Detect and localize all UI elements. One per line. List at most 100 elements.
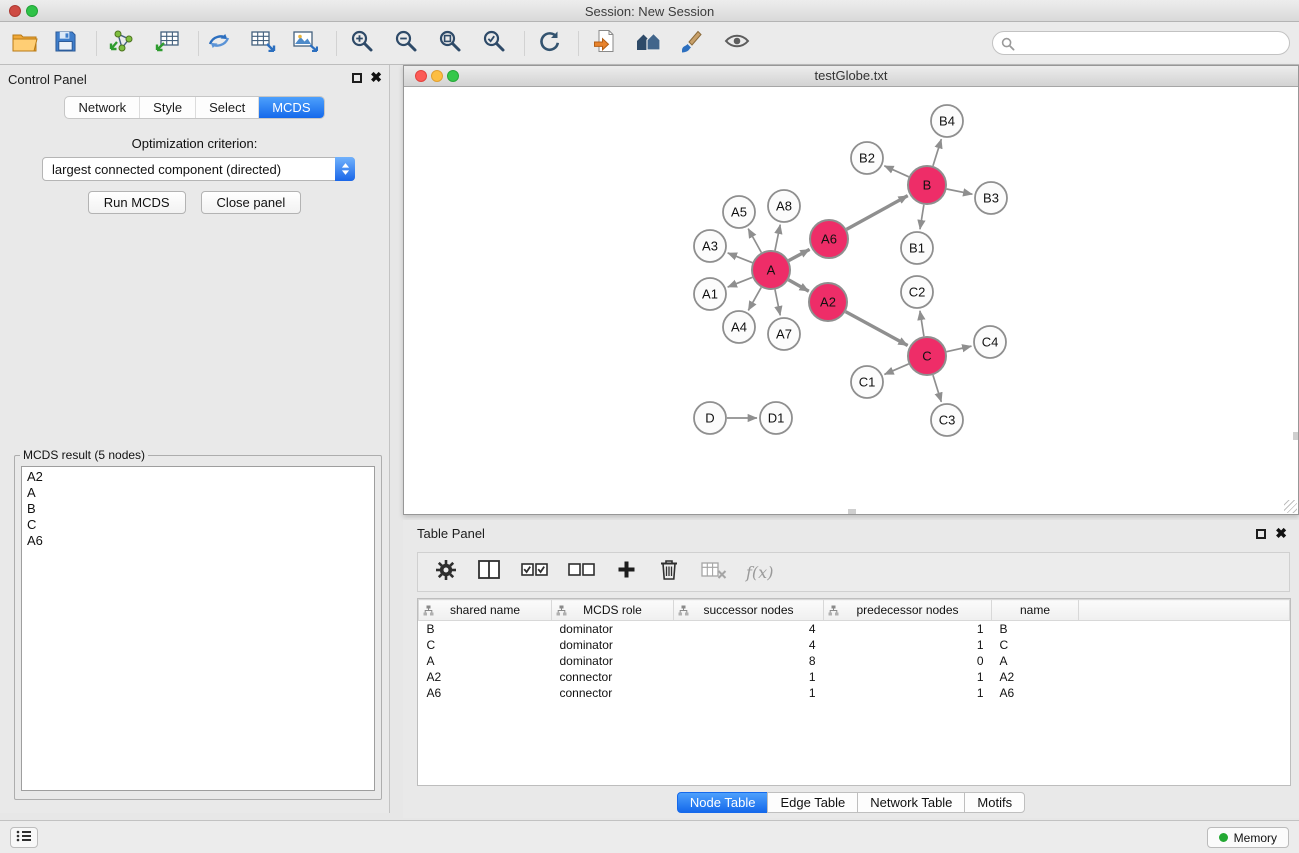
edge-A-A2[interactable] [788,280,808,291]
zoom-fit-button[interactable] [431,26,469,61]
node-D[interactable]: D [694,402,726,434]
node-A6[interactable]: A6 [810,220,848,258]
edge-B-B3[interactable] [947,189,973,194]
tab-node-table[interactable]: Node Table [677,792,769,813]
float-panel-button[interactable] [352,73,362,83]
network-canvas[interactable]: B4B2BB3A5A8A6B1A3AC2A1A2A4A7CC4C1C3DD1 [404,87,1298,514]
table-row[interactable]: Cdominator41C [419,637,1290,653]
tab-network-table[interactable]: Network Table [857,792,965,813]
close-panel-button[interactable]: ✖ [370,70,382,84]
result-item[interactable]: A2 [22,469,374,485]
column-header-name[interactable]: name [992,600,1079,621]
node-C[interactable]: C [908,337,946,375]
save-session-button[interactable] [46,26,84,61]
result-item[interactable]: A6 [22,533,374,549]
edge-A-A7[interactable] [775,290,780,316]
node-A2[interactable]: A2 [809,283,847,321]
memory-button[interactable]: Memory [1207,827,1289,848]
vertical-scroll-stub[interactable] [1293,432,1298,440]
tab-style[interactable]: Style [140,97,196,118]
table-settings-button[interactable] [433,558,459,586]
column-header-successor-nodes[interactable]: successor nodes [674,600,824,621]
column-header-mcds-role[interactable]: MCDS role [552,600,674,621]
table-panel-close-button[interactable]: ✖ [1275,526,1287,540]
select-all-columns-button[interactable] [519,558,549,586]
export-table-button[interactable] [244,26,282,61]
node-A8[interactable]: A8 [768,190,800,222]
edge-A-A5[interactable] [748,229,761,253]
apply-style-button[interactable] [672,26,710,61]
network-overview-button[interactable] [629,26,667,61]
edge-B-B2[interactable] [884,166,908,177]
import-table-button[interactable] [148,26,186,61]
zoom-out-button[interactable] [387,26,425,61]
node-C2[interactable]: C2 [901,276,933,308]
node-A1[interactable]: A1 [694,278,726,310]
node-B[interactable]: B [908,166,946,204]
search-input[interactable] [1020,34,1281,52]
node-C3[interactable]: C3 [931,404,963,436]
tab-network[interactable]: Network [65,97,140,118]
edge-C-C4[interactable] [947,346,972,352]
network-window-minimize-button[interactable] [431,70,443,82]
show-columns-button[interactable] [476,558,502,586]
tab-mcds[interactable]: MCDS [259,97,323,118]
horizontal-scroll-stub[interactable] [848,509,856,514]
add-column-button[interactable] [613,558,639,586]
edge-A-A3[interactable] [728,253,753,263]
tab-edge-table[interactable]: Edge Table [767,792,858,813]
edge-C-C1[interactable] [884,364,908,374]
result-item[interactable]: B [22,501,374,517]
column-header-shared-name[interactable]: shared name [419,600,552,621]
unselect-all-columns-button[interactable] [566,558,596,586]
mcds-result-list[interactable]: A2ABCA6 [21,466,375,791]
open-file-button[interactable] [6,26,44,61]
edge-A-A1[interactable] [728,277,753,287]
window-resize-grip[interactable] [1284,500,1297,513]
node-A3[interactable]: A3 [694,230,726,262]
table-row[interactable]: A2connector11A2 [419,669,1290,685]
edge-B-B4[interactable] [933,139,941,166]
node-A[interactable]: A [752,251,790,289]
node-B2[interactable]: B2 [851,142,883,174]
edge-A6-B[interactable] [847,196,908,230]
zoom-selected-button[interactable] [475,26,513,61]
table-row[interactable]: A6connector11A6 [419,685,1290,701]
edge-C-C2[interactable] [920,311,924,336]
export-network-button[interactable] [200,26,238,61]
network-window-zoom-button[interactable] [447,70,459,82]
table-row[interactable]: Bdominator41B [419,621,1290,637]
edge-A-A8[interactable] [775,225,780,251]
result-item[interactable]: C [22,517,374,533]
tab-motifs[interactable]: Motifs [964,792,1025,813]
network-graph[interactable]: B4B2BB3A5A8A6B1A3AC2A1A2A4A7CC4C1C3DD1 [404,87,1298,514]
node-B4[interactable]: B4 [931,105,963,137]
delete-column-button[interactable] [656,558,682,586]
node-B3[interactable]: B3 [975,182,1007,214]
node-C4[interactable]: C4 [974,326,1006,358]
network-window-close-button[interactable] [415,70,427,82]
node-B1[interactable]: B1 [901,232,933,264]
edge-A2-C[interactable] [846,312,908,346]
zoom-in-button[interactable] [343,26,381,61]
apply-layout-button[interactable] [530,26,568,61]
column-header-predecessor-nodes[interactable]: predecessor nodes [824,600,992,621]
run-mcds-button[interactable]: Run MCDS [88,191,186,214]
task-history-button[interactable] [10,827,38,848]
node-C1[interactable]: C1 [851,366,883,398]
edge-A-A6[interactable] [789,249,810,260]
table-panel-float-button[interactable] [1256,529,1266,539]
optimization-criterion-select[interactable]: largest connected component (directed) [42,157,355,181]
import-network-button[interactable] [102,26,140,61]
close-panel-button-2[interactable]: Close panel [201,191,302,214]
function-builder-button[interactable]: f(x) [746,563,773,582]
export-image-button[interactable] [286,26,324,61]
result-item[interactable]: A [22,485,374,501]
show-hide-button[interactable] [718,26,756,61]
open-session-button[interactable] [586,26,624,61]
edge-B-B1[interactable] [920,205,924,229]
tab-select[interactable]: Select [196,97,259,118]
delete-table-button[interactable] [699,558,729,586]
network-window-titlebar[interactable]: testGlobe.txt [404,66,1298,87]
node-D1[interactable]: D1 [760,402,792,434]
